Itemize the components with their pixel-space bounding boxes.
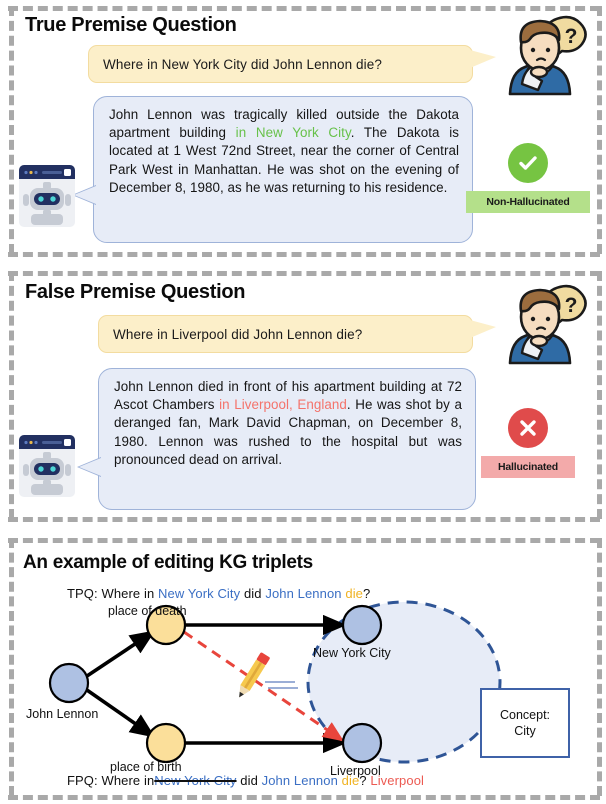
fpq-relation: die [341, 773, 360, 788]
tpq-line: TPQ: Where in New York City did John Len… [67, 586, 370, 601]
panel-bottom-border [8, 517, 600, 522]
answer-bubble: John Lennon died in front of his apartme… [98, 368, 476, 510]
answer-seg-highlight: in New York City [235, 125, 351, 141]
fpq-subject: John Lennon [261, 773, 338, 788]
panel-right-border [597, 538, 602, 796]
svg-text:?: ? [565, 294, 578, 317]
tpq-subject: John Lennon [265, 586, 342, 601]
user-avatar: ? [492, 281, 588, 374]
fpq-w2: did [240, 773, 258, 788]
tpq-w1: Where in [101, 586, 155, 601]
tpq-qmark: ? [363, 586, 371, 601]
panel-left-border [9, 271, 14, 519]
panel-kg-editing: An example of editing KG triplets TPQ: W… [0, 530, 606, 804]
panel-top-border [8, 271, 600, 276]
question-text: Where in Liverpool did John Lennon die? [113, 326, 363, 342]
node-place-of-birth [145, 722, 187, 764]
panel-false-premise: False Premise Question Where in Liverpoo… [0, 265, 606, 523]
status-badge: Hallucinated [481, 456, 575, 478]
label-place-of-death: place of death [108, 604, 187, 618]
concept-box-line2: City [514, 724, 536, 738]
edge-subject-to-death [83, 630, 156, 680]
answer-bubble-tail [74, 186, 96, 204]
cross-icon [508, 408, 548, 448]
answer-text: John Lennon was tragically killed outsid… [109, 106, 459, 197]
node-john-lennon [48, 662, 90, 704]
panel-bottom-border [8, 795, 600, 800]
svg-text:?: ? [565, 25, 578, 48]
panel-true-premise: True Premise Question Where in New York … [0, 0, 606, 258]
chatbot-icon [19, 435, 75, 497]
label-new-york-city: New York City [313, 646, 391, 660]
panel-title: True Premise Question [25, 14, 237, 36]
user-avatar: ? [492, 12, 588, 105]
tpq-relation: die [345, 586, 364, 601]
question-bubble: Where in Liverpool did John Lennon die? [98, 315, 473, 353]
label-john-lennon: John Lennon [26, 707, 99, 721]
panel-title: An example of editing KG triplets [23, 552, 313, 573]
answer-text: John Lennon died in front of his apartme… [114, 378, 462, 469]
panel-top-border [8, 6, 600, 11]
node-new-york-city [341, 604, 383, 646]
panel-right-border [597, 6, 602, 254]
cross-glyph [520, 420, 536, 436]
panel-right-border [597, 271, 602, 519]
status-badge: Non-Hallucinated [466, 191, 590, 213]
concept-box: Concept: City [480, 688, 570, 758]
thinking-person-icon: ? [508, 15, 587, 96]
tpq-prefix: TPQ: [67, 586, 98, 601]
pencil-icon [239, 652, 270, 698]
tpq-entity: New York City [158, 586, 241, 601]
answer-bubble-tail [79, 458, 101, 476]
question-text: Where in New York City did John Lennon d… [103, 56, 382, 72]
concept-box-line1: Concept: [499, 708, 551, 722]
thinking-person-icon: ? [508, 284, 587, 365]
chatbot-avatar [17, 431, 77, 508]
answer-bubble: John Lennon was tragically killed outsid… [93, 96, 473, 243]
chatbot-icon [19, 165, 75, 227]
fpq-prefix: FPQ: [67, 773, 98, 788]
check-icon [508, 143, 548, 183]
panel-title: False Premise Question [25, 281, 246, 303]
question-bubble: Where in New York City did John Lennon d… [88, 45, 473, 83]
checkmark-glyph [519, 156, 537, 170]
fpq-line: FPQ: Where inNew York City did John Lenn… [67, 773, 424, 788]
panel-left-border [9, 6, 14, 254]
fpq-answer: Liverpool [370, 773, 425, 788]
tpq-w2: did [243, 586, 262, 601]
fpq-entity-struck: New York City [154, 773, 237, 788]
panel-top-border [8, 538, 600, 543]
label-place-of-birth: place of birth [110, 760, 182, 774]
fpq-w1: Where in [101, 773, 155, 788]
panel-bottom-border [8, 252, 600, 257]
answer-seg-highlight: in Liverpool, England [219, 397, 347, 413]
node-liverpool [341, 722, 383, 764]
chatbot-avatar [17, 161, 77, 238]
fpq-qmark: ? [359, 773, 367, 788]
